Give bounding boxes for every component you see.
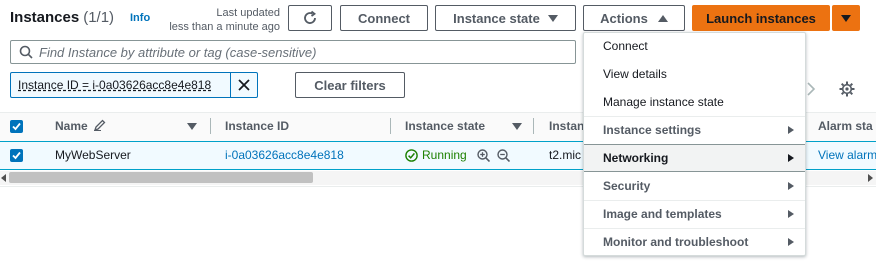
row-checkbox[interactable] xyxy=(10,149,23,162)
page-title: Instances (1/1) xyxy=(10,9,114,26)
check-icon xyxy=(12,151,21,160)
menu-item-label: Instance settings xyxy=(603,123,702,137)
edit-pencil-icon xyxy=(94,119,106,132)
check-icon xyxy=(12,122,21,131)
cell-instance-state: Running xyxy=(405,148,510,162)
refresh-icon xyxy=(304,10,317,24)
menu-item-image-and-templates[interactable]: Image and templates xyxy=(584,201,805,227)
column-divider xyxy=(390,118,391,134)
last-updated: Last updated less than a minute ago xyxy=(160,6,280,34)
next-page-icon[interactable] xyxy=(806,82,816,101)
instance-state-button[interactable]: Instance state xyxy=(435,5,576,31)
close-icon xyxy=(238,79,250,91)
filter-token-label: Instance ID = i-0a03626acc8e4e818 xyxy=(18,78,212,92)
menu-item-label: Image and templates xyxy=(603,207,722,221)
zoom-in-icon[interactable] xyxy=(477,148,490,162)
launch-instances-button[interactable]: Launch instances xyxy=(692,5,830,31)
filter-token[interactable]: Instance ID = i-0a03626acc8e4e818 xyxy=(10,72,258,98)
menu-item-monitor-and-troubleshoot[interactable]: Monitor and troubleshoot xyxy=(584,229,805,255)
info-link[interactable]: Info xyxy=(130,12,150,24)
chevron-right-icon xyxy=(788,238,794,246)
chevron-right-icon xyxy=(788,126,794,134)
column-divider xyxy=(210,118,211,134)
column-divider xyxy=(533,118,534,134)
refresh-button[interactable] xyxy=(288,5,332,31)
status-running-icon xyxy=(405,148,418,162)
settings-gear-icon[interactable] xyxy=(839,81,855,102)
menu-item-label: Monitor and troubleshoot xyxy=(603,235,749,249)
caret-down-icon xyxy=(841,14,851,22)
chevron-right-icon xyxy=(788,182,794,190)
scroll-right-icon[interactable] xyxy=(868,174,873,182)
last-updated-label: Last updated xyxy=(216,7,280,19)
column-header-name[interactable]: Name xyxy=(55,119,106,133)
zoom-out-icon[interactable] xyxy=(497,148,510,162)
menu-item-label: Security xyxy=(603,179,651,193)
select-all-checkbox[interactable] xyxy=(10,120,23,133)
menu-item-connect[interactable]: Connect xyxy=(584,33,805,59)
column-header-alarm-status[interactable]: Alarm sta xyxy=(818,119,873,133)
status-running-text: Running xyxy=(422,148,467,162)
instance-state-label: Instance state xyxy=(453,10,540,26)
sort-caret-icon[interactable] xyxy=(512,123,522,130)
scrollbar-thumb[interactable] xyxy=(9,172,313,183)
caret-down-icon xyxy=(547,14,558,22)
actions-button[interactable]: Actions xyxy=(583,5,685,31)
menu-item-view-details[interactable]: View details xyxy=(584,61,805,87)
search-placeholder: Find Instance by attribute or tag (case-… xyxy=(39,44,317,60)
menu-item-manage-instance-state[interactable]: Manage instance state xyxy=(584,89,805,115)
caret-up-icon xyxy=(657,14,668,22)
last-updated-value: less than a minute ago xyxy=(169,21,280,33)
column-header-instance-state[interactable]: Instance state xyxy=(405,119,485,133)
instance-count: (1/1) xyxy=(83,9,115,26)
column-name-label: Name xyxy=(55,119,88,133)
launch-dropdown-button[interactable] xyxy=(832,5,860,31)
page-title-text: Instances xyxy=(10,9,80,26)
menu-item-label: Networking xyxy=(603,151,669,165)
actions-label: Actions xyxy=(600,10,648,26)
clear-filters-button[interactable]: Clear filters xyxy=(295,72,405,98)
column-header-instance-type[interactable]: Instan xyxy=(549,119,584,133)
cell-instance-type: t2.mic xyxy=(549,148,582,162)
chevron-right-icon xyxy=(788,154,794,162)
cell-name: MyWebServer xyxy=(55,148,131,162)
scroll-left-icon[interactable] xyxy=(1,174,6,182)
menu-item-instance-settings[interactable]: Instance settings xyxy=(584,117,805,143)
search-icon xyxy=(19,45,33,59)
sort-caret-icon[interactable] xyxy=(187,123,197,130)
menu-item-networking[interactable]: Networking xyxy=(584,144,805,172)
actions-menu: Connect View details Manage instance sta… xyxy=(583,32,806,256)
search-input[interactable]: Find Instance by attribute or tag (case-… xyxy=(10,40,576,64)
column-header-instance-id[interactable]: Instance ID xyxy=(225,119,289,133)
cell-alarm-link[interactable]: View alarm xyxy=(818,148,876,162)
menu-item-security[interactable]: Security xyxy=(584,173,805,199)
remove-filter-button[interactable] xyxy=(230,73,257,97)
connect-button[interactable]: Connect xyxy=(340,5,428,31)
cell-instance-id-link[interactable]: i-0a03626acc8e4e818 xyxy=(225,148,344,162)
chevron-right-icon xyxy=(788,210,794,218)
